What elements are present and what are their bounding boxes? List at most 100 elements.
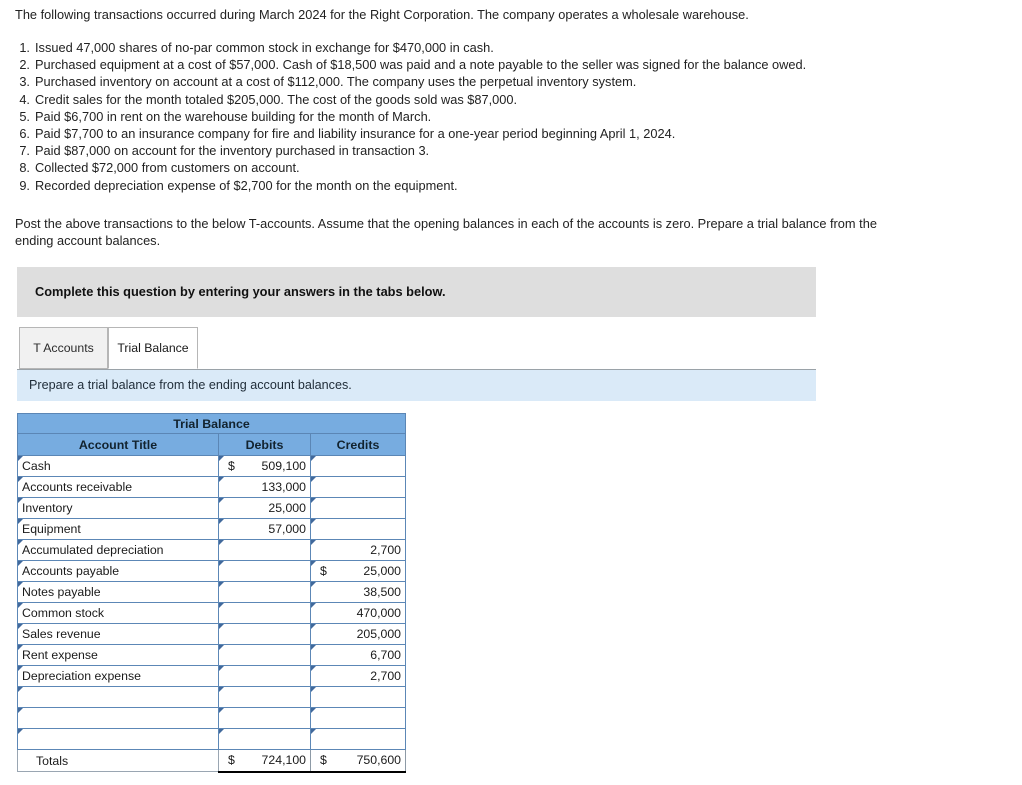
account-title-wrap — [18, 687, 218, 707]
account-title-wrap: Depreciation expense — [18, 666, 218, 686]
account-title-cell[interactable] — [17, 707, 219, 729]
transaction-item: 1. Issued 47,000 shares of no-par common … — [15, 39, 975, 56]
debit-cell[interactable]: 25,000 — [218, 497, 311, 519]
debit-cell[interactable] — [218, 686, 311, 708]
table-foot: Totals $ 724,100 $ 750,600 — [17, 749, 407, 773]
account-title-wrap: Notes payable — [18, 582, 218, 602]
post-instructions: Post the above transactions to the below… — [15, 216, 877, 249]
credit-cell[interactable] — [309, 476, 407, 498]
account-title-value: Notes payable — [22, 585, 101, 599]
account-title-cell[interactable]: Sales revenue — [17, 623, 219, 645]
credit-value-wrap: 2,700 — [311, 540, 405, 560]
account-title-cell[interactable] — [17, 686, 219, 708]
trial-balance-table: Trial Balance Account Title Debits Credi… — [16, 413, 407, 773]
debit-value-wrap — [219, 729, 310, 749]
debit-cell[interactable] — [218, 707, 311, 729]
account-title-cell[interactable]: Depreciation expense — [17, 665, 219, 687]
credit-cell[interactable]: 6,700 — [309, 644, 407, 666]
account-title-value: Depreciation expense — [22, 669, 141, 683]
debit-cell[interactable] — [218, 560, 311, 582]
account-title-value: Equipment — [22, 522, 81, 536]
transaction-item: 2. Purchased equipment at a cost of $57,0… — [15, 56, 975, 73]
credit-cell[interactable]: 205,000 — [309, 623, 407, 645]
credit-value: 38,500 — [363, 585, 402, 599]
debit-value-wrap — [219, 603, 310, 623]
account-title-cell[interactable]: Notes payable — [17, 581, 219, 603]
debit-cell[interactable]: 57,000 — [218, 518, 311, 540]
credit-cell[interactable] — [309, 728, 407, 750]
transaction-number: 6. — [19, 126, 30, 142]
credit-value-wrap — [311, 477, 405, 497]
credit-value-wrap — [311, 729, 405, 749]
debit-value: 57,000 — [268, 522, 306, 536]
table-row: Rent expense 6,700 — [17, 644, 407, 666]
account-title-cell[interactable] — [17, 728, 219, 750]
credit-cell[interactable] — [309, 518, 407, 540]
credit-cell[interactable] — [309, 497, 407, 519]
credit-cell[interactable]: $25,000 — [309, 560, 407, 582]
debit-cell[interactable] — [218, 539, 311, 561]
column-header-account-title: Account Title — [17, 433, 219, 456]
column-header-credits: Credits — [309, 433, 407, 456]
table-title: Trial Balance — [16, 413, 407, 434]
instruction-bar: Prepare a trial balance from the ending … — [17, 369, 816, 401]
trial-balance-table-wrapper: Trial Balance Account Title Debits Credi… — [16, 413, 407, 773]
totals-row: Totals $ 724,100 $ 750,600 — [17, 749, 407, 773]
account-title-cell[interactable]: Rent expense — [17, 644, 219, 666]
table-row: Depreciation expense 2,700 — [17, 665, 407, 687]
table-header-row: Account Title Debits Credits — [17, 433, 407, 456]
credit-value-wrap — [311, 519, 405, 539]
account-title-cell[interactable]: Cash — [17, 455, 219, 477]
credit-cell[interactable]: 2,700 — [309, 539, 407, 561]
credit-value: 6,700 — [370, 648, 402, 662]
tab-bar: T Accounts Trial Balance — [19, 327, 816, 371]
tab-trial-balance[interactable]: Trial Balance — [108, 327, 198, 369]
debit-cell[interactable] — [218, 623, 311, 645]
debit-cell[interactable] — [218, 581, 311, 603]
debit-cell[interactable] — [218, 665, 311, 687]
tab-t-accounts[interactable]: T Accounts — [19, 327, 108, 369]
debit-cell[interactable] — [218, 644, 311, 666]
debit-cell[interactable]: $509,100 — [218, 455, 311, 477]
account-title-cell[interactable]: Common stock — [17, 602, 219, 624]
transaction-text: Credit sales for the month totaled $205,… — [35, 91, 518, 107]
account-title-cell[interactable]: Equipment — [17, 518, 219, 540]
account-title-wrap: Equipment — [18, 519, 218, 539]
credit-cell[interactable]: 470,000 — [309, 602, 407, 624]
debit-value-wrap — [219, 540, 310, 560]
credit-value: 2,700 — [370, 669, 402, 683]
credit-cell[interactable] — [309, 686, 407, 708]
table-head: Trial Balance Account Title Debits Credi… — [16, 413, 407, 456]
account-title-wrap: Accounts payable — [18, 561, 218, 581]
totals-credit-value-wrap: 750,600 — [311, 750, 405, 771]
transaction-item: 8. Collected $72,000 from customers on ac… — [15, 159, 975, 176]
instruction-text: Prepare a trial balance from the ending … — [29, 378, 352, 392]
credit-cell[interactable]: 2,700 — [309, 665, 407, 687]
account-title-cell[interactable]: Accumulated depreciation — [17, 539, 219, 561]
account-title-value: Common stock — [22, 606, 105, 620]
credit-value-wrap — [311, 456, 405, 476]
credit-value-wrap — [311, 687, 405, 707]
question-banner-text: Complete this question by entering your … — [35, 284, 446, 299]
credit-cell[interactable] — [309, 707, 407, 729]
debit-cell[interactable] — [218, 728, 311, 750]
credit-value-wrap: 2,700 — [311, 666, 405, 686]
account-title-wrap — [18, 708, 218, 728]
credit-value-wrap: 6,700 — [311, 645, 405, 665]
account-title-cell[interactable]: Inventory — [17, 497, 219, 519]
credit-cell[interactable] — [309, 455, 407, 477]
account-title-cell[interactable]: Accounts receivable — [17, 476, 219, 498]
account-title-wrap: Common stock — [18, 603, 218, 623]
account-title-wrap: Sales revenue — [18, 624, 218, 644]
table-row: Notes payable 38,500 — [17, 581, 407, 603]
totals-credit-cell: $ 750,600 — [309, 749, 407, 773]
credit-cell[interactable]: 38,500 — [309, 581, 407, 603]
table-body: Cash $509,100 Accounts receivable 133,000 In… — [17, 455, 407, 750]
debit-cell[interactable] — [218, 602, 311, 624]
account-title-wrap: Rent expense — [18, 645, 218, 665]
debit-cell[interactable]: 133,000 — [218, 476, 311, 498]
account-title-cell[interactable]: Accounts payable — [17, 560, 219, 582]
transaction-list: 1. Issued 47,000 shares of no-par common … — [15, 39, 975, 194]
transaction-item: 9. Recorded depreciation expense of $2,70… — [15, 177, 975, 194]
debit-value-wrap: 509,100 — [219, 456, 310, 476]
